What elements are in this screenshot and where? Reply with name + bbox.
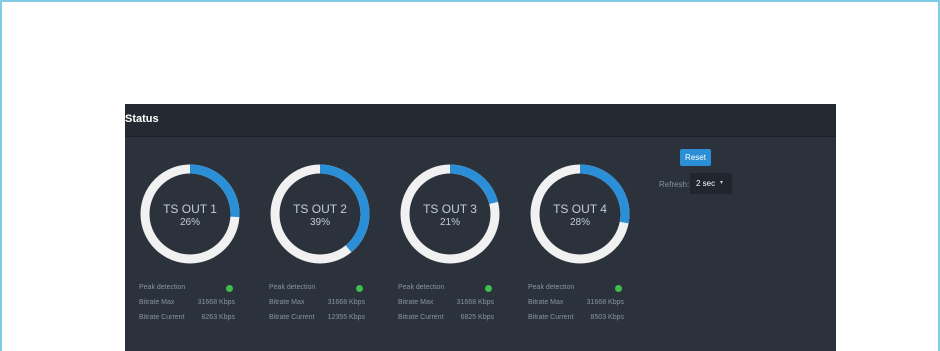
bitrate-max-row: Bitrate Max 31668 Kbps [528, 297, 624, 312]
bitrate-current-label: Bitrate Current [139, 314, 185, 321]
bitrate-max-label: Bitrate Max [139, 299, 175, 306]
chevron-down-icon: ▾ [720, 180, 724, 186]
bitrate-current-row: Bitrate Current 6825 Kbps [398, 312, 494, 327]
stats-ts-out-3: Peak detection Bitrate Max 31668 Kbps Bi… [398, 282, 494, 327]
status-led-icon [615, 285, 622, 292]
bitrate-current-row: Bitrate Current 8503 Kbps [528, 312, 624, 327]
refresh-label: Refresh: [659, 180, 690, 189]
stats-ts-out-1: Peak detection Bitrate Max 31668 Kbps Bi… [139, 282, 235, 327]
peak-detection-row: Peak detection [398, 282, 494, 297]
gauge-ts-out-4: TS OUT 4 28% [528, 162, 632, 266]
bitrate-max-row: Bitrate Max 31668 Kbps [269, 297, 365, 312]
peak-detection-row: Peak detection [139, 282, 235, 297]
status-led-icon [356, 285, 363, 292]
peak-detection-label: Peak detection [269, 284, 316, 291]
refresh-interval-select[interactable]: 2 sec ▾ [690, 173, 732, 194]
gauge-name: TS OUT 1 [163, 202, 217, 216]
peak-detection-label: Peak detection [139, 284, 186, 291]
bitrate-max-row: Bitrate Max 31668 Kbps [398, 297, 494, 312]
gauge-name: TS OUT 3 [423, 202, 477, 216]
status-led-icon [226, 285, 233, 292]
bitrate-max-value: 31668 Kbps [456, 299, 494, 306]
gauge-percent: 21% [439, 217, 460, 228]
bitrate-current-value: 12355 Kbps [327, 314, 365, 321]
gauge-percent: 39% [309, 217, 330, 228]
peak-detection-label: Peak detection [398, 284, 445, 291]
peak-detection-label: Peak detection [528, 284, 575, 291]
bitrate-max-label: Bitrate Max [398, 299, 434, 306]
bitrate-max-value: 31668 Kbps [197, 299, 235, 306]
bitrate-current-value: 6825 Kbps [460, 314, 494, 321]
bitrate-current-label: Bitrate Current [398, 314, 444, 321]
peak-detection-row: Peak detection [528, 282, 624, 297]
status-led-icon [485, 285, 492, 292]
bitrate-max-label: Bitrate Max [528, 299, 564, 306]
gauge-ts-out-1: TS OUT 1 26% [138, 162, 242, 266]
gauge-ts-out-2: TS OUT 2 39% [268, 162, 372, 266]
peak-detection-row: Peak detection [269, 282, 365, 297]
stats-ts-out-2: Peak detection Bitrate Max 31668 Kbps Bi… [269, 282, 365, 327]
bitrate-max-row: Bitrate Max 31668 Kbps [139, 297, 235, 312]
reset-button[interactable]: Reset [680, 149, 711, 166]
status-panel: Status TS OUT 1 26% Peak detection Bitra… [125, 104, 836, 351]
panel-title: Status [125, 113, 159, 125]
bitrate-current-row: Bitrate Current 12355 Kbps [269, 312, 365, 327]
bitrate-max-value: 31668 Kbps [327, 299, 365, 306]
gauge-name: TS OUT 4 [553, 202, 607, 216]
bitrate-max-value: 31668 Kbps [586, 299, 624, 306]
bitrate-current-label: Bitrate Current [269, 314, 315, 321]
bitrate-current-value: 8503 Kbps [590, 314, 624, 321]
bitrate-current-value: 8263 Kbps [201, 314, 235, 321]
bitrate-max-label: Bitrate Max [269, 299, 305, 306]
gauge-ts-out-3: TS OUT 3 21% [398, 162, 502, 266]
gauge-percent: 28% [569, 217, 590, 228]
bitrate-current-label: Bitrate Current [528, 314, 574, 321]
stats-ts-out-4: Peak detection Bitrate Max 31668 Kbps Bi… [528, 282, 624, 327]
refresh-interval-value: 2 sec [696, 179, 716, 188]
gauge-name: TS OUT 2 [293, 202, 347, 216]
gauge-percent: 26% [179, 217, 200, 228]
panel-header: Status [125, 104, 836, 137]
bitrate-current-row: Bitrate Current 8263 Kbps [139, 312, 235, 327]
